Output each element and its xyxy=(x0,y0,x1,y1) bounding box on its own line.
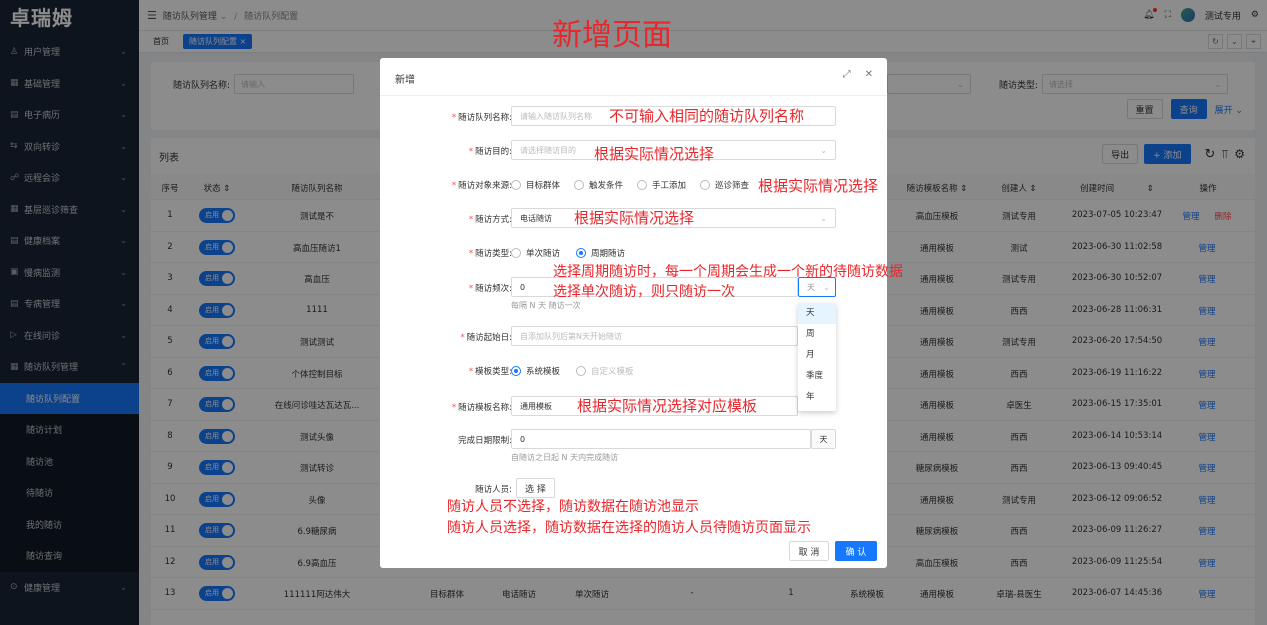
deadline-input[interactable]: 0 xyxy=(511,429,811,449)
unit-option-day[interactable]: 天 xyxy=(798,303,836,324)
annotation-6: 选择单次随访，则只随访一次 xyxy=(553,284,735,300)
label-freq: * 随访频次: xyxy=(468,284,512,294)
unit-option-month[interactable]: 月 xyxy=(798,345,836,366)
modal-title: 新增 xyxy=(395,75,415,86)
label-type: * 随访类型: xyxy=(468,249,512,259)
annotation-2: 根据实际情况选择 xyxy=(594,145,715,163)
annotation-5: 选择周期随访时，每一个周期会生成一个新的待随访数据 xyxy=(553,264,903,280)
freq-hint: 每隔 N 天 随访一次 xyxy=(511,301,581,310)
cancel-button[interactable]: 取 消 xyxy=(789,541,829,561)
label-queue-name: * 随访队列名称: xyxy=(451,113,512,123)
deadline-unit: 天 xyxy=(811,429,836,449)
modal-header: 新增 ⤢ ✕ xyxy=(380,58,887,96)
label-tplname: * 随访模板名称: xyxy=(451,403,512,413)
annotation-3: 根据实际情况选择 xyxy=(758,177,879,195)
annotation-4: 根据实际情况选择 xyxy=(574,209,695,227)
label-source: * 随访对象来源: xyxy=(451,181,512,191)
radio-type-single[interactable]: 单次随访 xyxy=(511,247,560,259)
label-start: * 随访起始日: xyxy=(460,333,512,343)
label-tpltype: * 模板类型: xyxy=(468,367,512,377)
radio-source-3[interactable]: 巡诊筛查 xyxy=(700,179,749,191)
radio-type-cycle[interactable]: 周期随访 xyxy=(576,247,625,259)
annotation-9: 随访人员选择，随访数据在选择的随访人员待随访页面显示 xyxy=(447,520,811,536)
radio-tpl-custom[interactable]: 自定义模板 xyxy=(576,365,634,377)
radio-source-2[interactable]: 手工添加 xyxy=(637,179,686,191)
freq-unit-dropdown: 天 周 月 季度 年 xyxy=(798,303,836,411)
label-purpose: * 随访目的: xyxy=(468,147,512,157)
add-modal: 新增 ⤢ ✕ * 随访队列名称: 请输入随访队列名称 * 随访目的: 请选择随访目的… xyxy=(380,58,887,568)
unit-option-year[interactable]: 年 xyxy=(798,387,836,408)
annotation-7: 根据实际情况选择对应模板 xyxy=(577,397,758,415)
label-deadline: 完成日期限制: xyxy=(458,436,512,446)
annotation-8: 随访人员不选择，随访数据在随访池显示 xyxy=(447,499,699,515)
annotation-1: 不可输入相同的随访队列名称 xyxy=(609,107,805,125)
start-input[interactable]: 自添加队列后第N天开始随访 xyxy=(511,326,798,346)
fullscreen-icon[interactable]: ⤢ xyxy=(843,69,851,80)
close-icon[interactable]: ✕ xyxy=(865,69,873,80)
confirm-button[interactable]: 确 认 xyxy=(835,541,877,561)
unit-option-week[interactable]: 周 xyxy=(798,324,836,345)
deadline-hint: 自随访之日起 N 天内完成随访 xyxy=(511,453,619,462)
annotation-title: 新增页面 xyxy=(552,18,672,53)
unit-option-quarter[interactable]: 季度 xyxy=(798,366,836,387)
modal-controls: ⤢ ✕ xyxy=(843,69,873,80)
radio-tpl-system[interactable]: 系统模板 xyxy=(511,365,560,377)
radio-source-0[interactable]: 目标群体 xyxy=(511,179,560,191)
radio-source-1[interactable]: 触发条件 xyxy=(574,179,623,191)
label-method: * 随访方式: xyxy=(468,215,512,225)
label-person: 随访人员: xyxy=(475,485,512,495)
select-person-button[interactable]: 选 择 xyxy=(516,478,555,498)
